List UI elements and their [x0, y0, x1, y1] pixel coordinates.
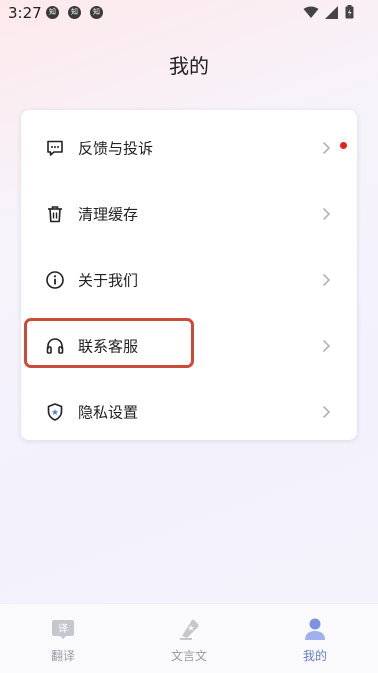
- chevron-right-icon: [322, 141, 331, 155]
- notification-dot: [340, 142, 347, 149]
- menu-item-clear-cache[interactable]: 清理缓存: [21, 181, 357, 247]
- chevron-right-icon: [322, 207, 331, 221]
- menu-item-label: 关于我们: [78, 271, 139, 290]
- tab-bar: 译 翻译 文言文 我的: [0, 603, 378, 673]
- menu-item-feedback[interactable]: 反馈与投诉: [21, 115, 357, 181]
- info-icon: [46, 271, 64, 289]
- battery-icon: [345, 5, 354, 19]
- status-bar: 3:27 知 知 知: [0, 0, 378, 26]
- classical-chinese-icon: [180, 619, 199, 640]
- tab-classical-chinese[interactable]: 文言文: [126, 604, 252, 673]
- wifi-icon: [303, 6, 319, 18]
- signal-icon: [325, 5, 338, 19]
- highlight-box: [24, 318, 194, 368]
- system-icons: [303, 5, 354, 19]
- chevron-right-icon: [322, 339, 331, 353]
- menu-item-label: 反馈与投诉: [78, 139, 154, 158]
- menu-item-label: 隐私设置: [78, 403, 139, 422]
- app-notification-icon: 知: [68, 6, 81, 19]
- tab-profile[interactable]: 我的: [252, 604, 378, 673]
- feedback-chat-icon: [47, 140, 63, 156]
- trash-icon: [48, 206, 62, 223]
- page-title: 我的: [169, 54, 209, 78]
- tab-label: 文言文: [170, 649, 207, 663]
- app-notification-icon: 知: [90, 6, 103, 19]
- chevron-right-icon: [322, 405, 331, 419]
- tab-translate[interactable]: 译 翻译: [0, 604, 126, 673]
- status-time: 3:27: [8, 4, 42, 22]
- menu-item-privacy-settings[interactable]: 隐私设置: [21, 379, 357, 445]
- tab-label: 我的: [302, 649, 327, 663]
- tab-label: 翻译: [50, 649, 75, 663]
- profile-icon: [305, 618, 325, 640]
- app-notification-icon: 知: [46, 6, 59, 19]
- chevron-right-icon: [322, 273, 331, 287]
- translate-icon: 译: [52, 620, 74, 639]
- menu-card: 反馈与投诉 清理缓存 关于我们 联系客服 隐私设置: [21, 110, 357, 440]
- menu-item-about-us[interactable]: 关于我们: [21, 247, 357, 313]
- menu-item-label: 清理缓存: [78, 205, 139, 224]
- shield-icon: [47, 403, 63, 421]
- translate-icon-text: 译: [58, 623, 68, 635]
